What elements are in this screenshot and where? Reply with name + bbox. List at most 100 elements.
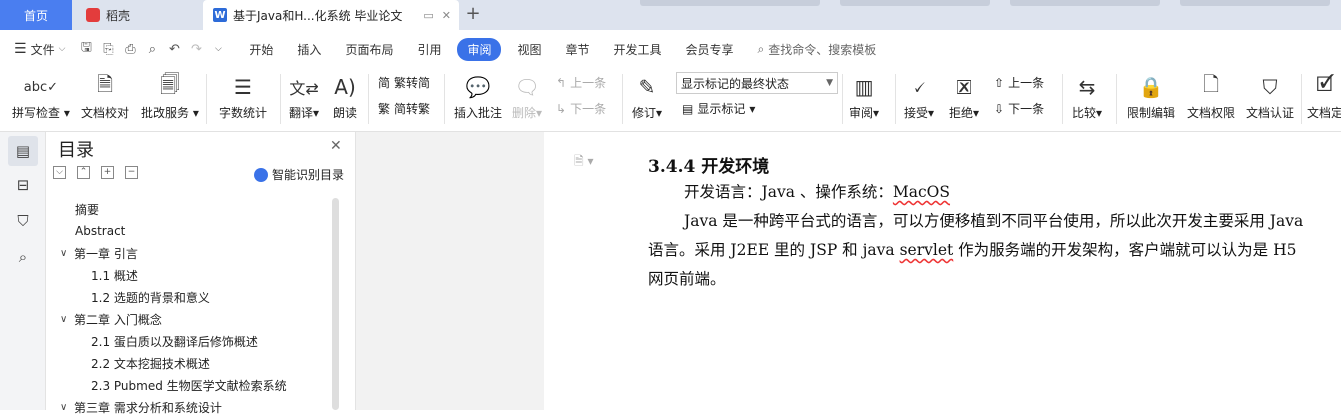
ribbon-divider: [1062, 74, 1063, 124]
background-tab[interactable]: [1010, 0, 1160, 6]
menu-view[interactable]: 视图: [505, 41, 553, 58]
chevron-down-icon[interactable]: ∨: [60, 314, 74, 325]
next-comment-button[interactable]: ↳ 下一条: [556, 100, 606, 117]
pin-tab-icon[interactable]: ▭: [423, 9, 433, 22]
toc-panel-icon[interactable]: ▤: [8, 136, 38, 166]
paragraph-menu-icon[interactable]: 🗎 ▾: [574, 152, 594, 173]
prev-comment-button[interactable]: ↰ 上一条: [556, 74, 606, 91]
next-change-label: 下一条: [1008, 102, 1045, 116]
toc-item[interactable]: 2.3 Pubmed 生物医学文献检索系统: [91, 374, 287, 396]
toc-item[interactable]: 摘要: [75, 198, 99, 220]
menu-review[interactable]: 审阅: [457, 37, 502, 61]
close-tab-icon[interactable]: ✕: [442, 9, 451, 22]
menu-start[interactable]: 开始: [237, 41, 285, 58]
save-icon[interactable]: 🖫: [75, 38, 97, 60]
menu-page-layout[interactable]: 页面布局: [333, 41, 405, 58]
simp-to-trad-button[interactable]: 繁 简转繁: [378, 100, 430, 117]
doc-final-label: 文档定: [1307, 106, 1341, 120]
smart-toc-button[interactable]: 智能识别目录: [254, 166, 344, 183]
reject-label: 拒绝: [949, 106, 974, 120]
add-heading-icon[interactable]: +: [101, 166, 114, 179]
toc-item[interactable]: ∨ 第一章 引言: [60, 242, 138, 264]
toc-item-label: 2.1 蛋白质以及翻译后修饰概述: [91, 334, 258, 349]
file-menu-button[interactable]: ☰ 文件 ⌵: [0, 41, 75, 58]
doc-permissions-button[interactable]: 🗋 文档权限: [1187, 70, 1235, 121]
menu-insert[interactable]: 插入: [285, 41, 333, 58]
menu-developer[interactable]: 开发工具: [602, 41, 674, 58]
chapter-nav-icon[interactable]: ⊟: [8, 170, 38, 200]
track-changes-button[interactable]: ✎ 修订▾: [632, 70, 662, 121]
chevron-down-icon: ⌵: [58, 44, 66, 54]
trad-to-simp-button[interactable]: 简 繁转简: [378, 74, 430, 91]
toc-item[interactable]: Abstract: [75, 220, 125, 242]
prev-change-button[interactable]: ⇧ 上一条: [994, 74, 1044, 91]
toc-item[interactable]: 1.2 选题的背景和意义: [91, 286, 210, 308]
remove-heading-icon[interactable]: −: [125, 166, 138, 179]
toc-item-label: 第三章 需求分析和系统设计: [74, 400, 222, 415]
ribbon-divider: [444, 74, 445, 124]
markup-mode-select[interactable]: 显示标记的最终状态 ▼: [676, 72, 838, 94]
toc-item[interactable]: ∨ 第三章 需求分析和系统设计: [60, 396, 222, 418]
chevron-down-icon[interactable]: ∨: [60, 402, 74, 413]
translate-label: 翻译: [289, 106, 314, 120]
prev-change-label: 上一条: [1008, 76, 1045, 90]
new-tab-button[interactable]: +: [462, 4, 484, 26]
menu-chapter[interactable]: 章节: [554, 41, 602, 58]
proofread-button[interactable]: 🗎 文档校对: [81, 70, 129, 121]
quick-access-dropdown-icon[interactable]: ⌵: [207, 38, 229, 60]
delete-comment-button[interactable]: 🗨 删除▾: [512, 70, 542, 121]
menu-references[interactable]: 引用: [405, 41, 453, 58]
tab-document[interactable]: W 基于Java和H...化系统 毕业论文 ▭ ✕: [203, 0, 459, 30]
redo-icon[interactable]: ↷: [185, 38, 207, 60]
toc-scrollbar[interactable]: [332, 198, 339, 410]
compare-icon: ⇆: [1078, 75, 1096, 99]
translate-icon: 文⇄: [289, 79, 319, 98]
spellcheck-button[interactable]: abc✓ 拼写检查 ▾: [12, 70, 70, 121]
search-icon[interactable]: ⌕: [8, 242, 38, 272]
finalize-icon: 🗹: [1316, 72, 1334, 96]
show-markup-button[interactable]: ▤ 显示标记 ▾: [682, 100, 755, 117]
background-tab[interactable]: [640, 0, 820, 6]
bookmark-icon[interactable]: ⛉: [8, 206, 38, 236]
accept-icon: 🗸: [912, 75, 927, 99]
background-tab[interactable]: [840, 0, 990, 6]
reject-button[interactable]: 🗷 拒绝▾: [949, 70, 979, 121]
delete-comment-label: 删除: [512, 106, 537, 120]
toc-item[interactable]: 2.2 文本挖掘技术概述: [91, 352, 210, 374]
review-pane-button[interactable]: ▥ 审阅▾: [849, 70, 879, 121]
next-change-button[interactable]: ⇩ 下一条: [994, 100, 1044, 117]
doc-final-button[interactable]: 🗹 文档定: [1307, 70, 1341, 121]
correction-service-label: 批改服务: [141, 106, 190, 120]
prev-change-icon: ⇧: [994, 75, 1005, 90]
chevron-down-icon: ▼: [826, 78, 833, 88]
proofread-icon: 🗎: [96, 72, 114, 96]
tab-daoke[interactable]: 稻壳: [76, 0, 196, 30]
expand-all-icon[interactable]: ⌵: [53, 166, 66, 179]
restrict-editing-button[interactable]: 🔒 限制编辑: [1127, 70, 1175, 121]
insert-comment-button[interactable]: 💬 插入批注: [454, 70, 502, 121]
toc-item[interactable]: ∨ 第二章 入门概念: [60, 308, 162, 330]
toc-item[interactable]: 2.1 蛋白质以及翻译后修饰概述: [91, 330, 258, 352]
chevron-down-icon[interactable]: ∨: [60, 248, 74, 259]
accept-button[interactable]: 🗸 接受▾: [904, 70, 934, 121]
correction-service-button[interactable]: 🗐 批改服务 ▾: [141, 70, 199, 121]
export-pdf-icon[interactable]: ⎘: [97, 38, 119, 60]
word-count-button[interactable]: ☰ 字数统计: [219, 70, 267, 121]
command-search[interactable]: ⌕ 查找命令、搜索模板: [746, 41, 877, 58]
tab-home[interactable]: 首页: [0, 0, 72, 30]
compare-button[interactable]: ⇆ 比较▾: [1072, 70, 1102, 121]
close-icon[interactable]: ✕: [330, 138, 342, 154]
doc-certify-label: 文档认证: [1246, 106, 1295, 120]
print-preview-icon[interactable]: ⌕: [141, 38, 163, 60]
translate-button[interactable]: 文⇄ 翻译▾: [289, 70, 319, 121]
collapse-all-icon[interactable]: ⌃: [77, 166, 90, 179]
delete-comment-icon: 🗨: [514, 75, 540, 99]
undo-icon[interactable]: ↶: [163, 38, 185, 60]
read-aloud-button[interactable]: A) 朗读: [333, 70, 357, 121]
print-icon[interactable]: ⎙: [119, 38, 141, 60]
doc-certify-button[interactable]: ⛉ 文档认证: [1246, 70, 1294, 121]
document-page[interactable]: 🗎 ▾ 3.4.4 开发环境 开发语言：Java 、操作系统：MacOS Jav…: [544, 132, 1341, 410]
background-tab[interactable]: [1180, 0, 1330, 6]
menu-member[interactable]: 会员专享: [674, 41, 746, 58]
toc-item[interactable]: 1.1 概述: [91, 264, 138, 286]
